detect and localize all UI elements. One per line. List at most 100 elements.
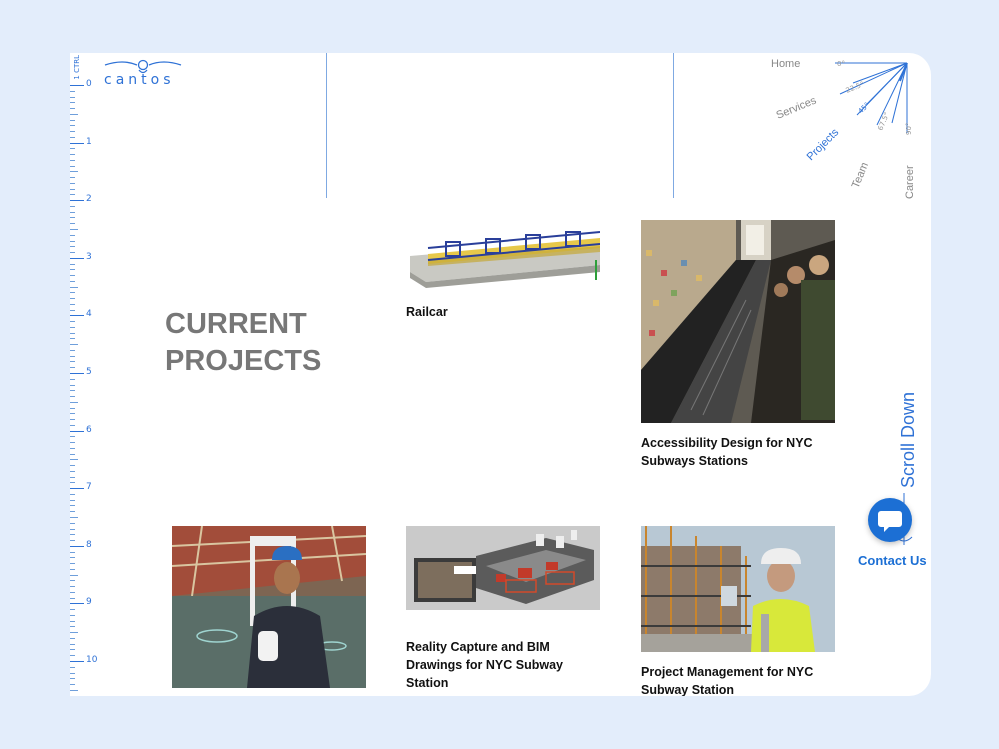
ruler-tick bbox=[70, 430, 84, 432]
ruler-tick bbox=[70, 102, 75, 104]
ruler-number: 9 bbox=[86, 597, 92, 608]
ruler-tick bbox=[70, 488, 84, 490]
project-title-project-management[interactable]: Project Management for NYC Subway Statio… bbox=[641, 663, 841, 696]
ruler-tick bbox=[70, 223, 75, 225]
ruler-number: 2 bbox=[86, 194, 92, 205]
nav-home[interactable]: Home bbox=[771, 58, 800, 70]
ruler-tick bbox=[70, 482, 75, 484]
ruler-tick bbox=[70, 459, 78, 461]
ruler-tick bbox=[70, 563, 75, 565]
ruler-tick bbox=[70, 637, 75, 639]
ruler-tick bbox=[70, 545, 84, 547]
ruler-tick bbox=[70, 171, 78, 173]
ruler-tick bbox=[70, 614, 75, 616]
project-image-reality-capture[interactable] bbox=[406, 526, 600, 610]
project-image-scanning[interactable] bbox=[172, 526, 366, 688]
scroll-down-link[interactable]: Scroll Down bbox=[898, 392, 919, 488]
project-title-railcar[interactable]: Railcar bbox=[406, 303, 606, 321]
project-title-reality-capture[interactable]: Reality Capture and BIM Drawings for NYC… bbox=[406, 638, 586, 692]
ruler-number: 4 bbox=[86, 309, 92, 320]
ruler-tick bbox=[70, 666, 75, 668]
ruler-tick bbox=[70, 257, 84, 259]
title-line: CURRENT bbox=[165, 308, 307, 340]
ruler-tick bbox=[70, 159, 75, 161]
ruler-tick bbox=[70, 419, 75, 421]
ruler-tick bbox=[70, 493, 75, 495]
ruler-tick bbox=[70, 119, 75, 121]
vertical-ruler: 1 CTRL 0 1 2 3 4 5 6 7 8 9 10 bbox=[70, 53, 98, 696]
ruler-tick bbox=[70, 182, 75, 184]
ruler-tick bbox=[70, 108, 75, 110]
ruler-tick bbox=[70, 298, 75, 300]
ruler-tick bbox=[70, 511, 75, 513]
ruler-tick bbox=[70, 609, 75, 611]
ruler-tick bbox=[70, 211, 75, 213]
ruler-tick bbox=[70, 246, 75, 248]
ruler-tick bbox=[70, 131, 75, 133]
ruler-tick bbox=[70, 528, 75, 530]
contact-us-link[interactable]: Contact Us bbox=[858, 553, 927, 568]
project-image-accessibility[interactable] bbox=[641, 220, 835, 423]
page-canvas: 1 CTRL 0 1 2 3 4 5 6 7 8 9 10 cantos Home Services bbox=[70, 53, 931, 696]
ruler-tick bbox=[70, 234, 75, 236]
ruler-tick bbox=[70, 292, 75, 294]
ruler-tick bbox=[70, 275, 75, 277]
ruler-tick bbox=[70, 338, 75, 340]
ruler-tick bbox=[70, 200, 84, 202]
ruler-tick bbox=[70, 603, 84, 605]
ruler-tick bbox=[70, 407, 75, 409]
ruler-tick bbox=[70, 517, 78, 518]
ruler-tick bbox=[70, 413, 75, 415]
ruler-number: 0 bbox=[86, 79, 92, 89]
ruler-number: 1 bbox=[86, 136, 92, 147]
ruler-tick bbox=[70, 580, 75, 582]
ruler-tick bbox=[70, 470, 75, 472]
ruler-tick bbox=[70, 424, 75, 426]
ruler-number: 5 bbox=[86, 367, 92, 377]
ruler-tick bbox=[70, 551, 75, 553]
ruler-tick bbox=[70, 154, 75, 156]
nav-projects[interactable]: Projects bbox=[805, 126, 842, 163]
ruler-top-label: 1 CTRL bbox=[73, 55, 81, 80]
angle-label: 0° bbox=[837, 60, 845, 68]
logo-text: cantos bbox=[104, 72, 175, 88]
ruler-tick bbox=[70, 436, 75, 438]
ruler-tick bbox=[70, 332, 75, 334]
ruler-tick bbox=[70, 286, 78, 288]
contact-button[interactable] bbox=[868, 498, 912, 542]
chat-icon bbox=[878, 511, 902, 532]
ruler-tick bbox=[70, 355, 75, 357]
ruler-tick bbox=[70, 378, 75, 380]
ruler-number: 3 bbox=[86, 251, 92, 262]
ruler-tick bbox=[70, 90, 75, 92]
project-title-accessibility[interactable]: Accessibility Design for NYC Subways Sta… bbox=[641, 434, 841, 470]
nav-team[interactable]: Team bbox=[850, 161, 871, 190]
angle-label: 67.5° bbox=[876, 111, 891, 132]
project-image-project-management[interactable] bbox=[641, 526, 835, 652]
nav-services[interactable]: Services bbox=[775, 94, 819, 121]
ruler-number: 7 bbox=[86, 482, 92, 493]
ruler-tick bbox=[70, 476, 75, 478]
angle-label: 90° bbox=[905, 123, 913, 135]
ruler-tick bbox=[70, 177, 75, 179]
project-image-railcar[interactable] bbox=[406, 220, 600, 292]
ruler-tick bbox=[70, 165, 75, 167]
ruler-tick bbox=[70, 540, 75, 542]
ruler-tick bbox=[70, 361, 75, 363]
ruler-number: 10 bbox=[86, 655, 98, 665]
ruler-tick bbox=[70, 373, 84, 374]
ruler-tick bbox=[70, 649, 75, 651]
ruler-tick bbox=[70, 620, 75, 622]
ruler-tick bbox=[70, 240, 75, 242]
ruler-tick bbox=[70, 684, 75, 686]
ruler-tick bbox=[70, 626, 75, 628]
title-line: PROJECTS bbox=[165, 345, 322, 377]
ruler-tick bbox=[70, 280, 75, 282]
ruler-tick bbox=[70, 384, 75, 386]
ruler-tick bbox=[70, 522, 75, 524]
ruler-tick bbox=[70, 142, 84, 144]
ruler-tick bbox=[70, 643, 75, 645]
ruler-tick bbox=[70, 661, 84, 662]
ruler-tick bbox=[70, 148, 75, 150]
nav-career[interactable]: Career bbox=[904, 165, 916, 199]
